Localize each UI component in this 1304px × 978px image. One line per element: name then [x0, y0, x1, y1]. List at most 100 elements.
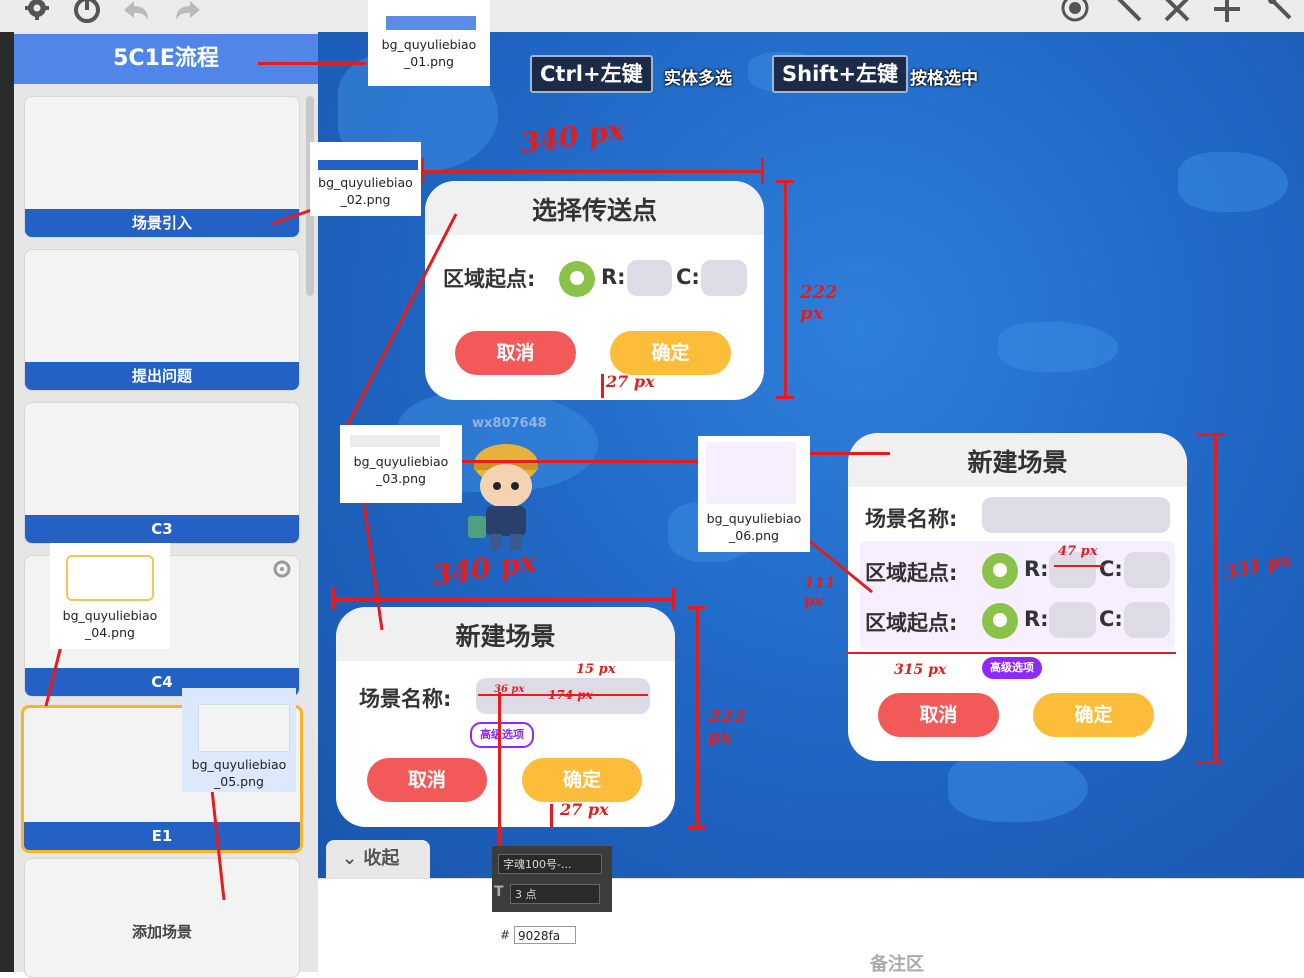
redo-icon[interactable]: [172, 0, 206, 26]
confirm-button[interactable]: 确定: [522, 758, 642, 802]
asset-thumb-04[interactable]: bg_quyuliebiao _04.png: [50, 543, 170, 649]
add-scene-button[interactable]: 添加场景: [24, 858, 300, 978]
advanced-options-toggle[interactable]: 高级选项: [982, 657, 1042, 679]
c-label: C:: [1099, 607, 1123, 631]
notes-label: 备注区: [870, 954, 924, 975]
width-annotation: 174 px: [548, 688, 593, 702]
annotation-line: [776, 180, 794, 183]
asset-thumb-05[interactable]: bg_quyuliebiao _05.png: [182, 688, 296, 792]
sidebar-title: 5C1E流程: [14, 34, 318, 84]
scene-card-1[interactable]: 场景引入: [24, 96, 300, 238]
shift-click-hint: 按格选中: [910, 69, 978, 89]
annotation-line: [761, 158, 764, 184]
color-input-row: # 9028fa: [492, 914, 578, 954]
location-pin-icon[interactable]: [982, 553, 1018, 589]
font-panel: 字魂100号-... T 3 点: [492, 846, 612, 912]
asset-filename: bg_quyuliebiao _03.png: [353, 454, 449, 486]
annotation-line: [672, 588, 675, 610]
asset-filename: bg_quyuliebiao _06.png: [706, 511, 802, 543]
asset-filename: bg_quyuliebiao _04.png: [62, 608, 158, 640]
dialog-title: 新建场景: [336, 607, 675, 661]
advanced-options-toggle[interactable]: 高级选项: [470, 722, 534, 748]
asset-filename: bg_quyuliebiao _02.png: [318, 175, 413, 207]
dialog-title: 选择传送点: [425, 181, 764, 235]
width-annotation: 315 px: [894, 662, 947, 678]
height-annotation: 111 px: [804, 574, 836, 610]
scene-card-2[interactable]: 提出问题: [24, 249, 300, 391]
power-icon[interactable]: [70, 0, 104, 26]
location-pin-icon[interactable]: [559, 261, 595, 297]
scene-name-input[interactable]: [982, 497, 1170, 533]
player-character-icon[interactable]: [464, 432, 548, 556]
font-size-select[interactable]: 3 点: [510, 884, 600, 904]
height-annotation: 15 px: [576, 662, 616, 677]
annotation-line: [452, 460, 698, 463]
collapse-button[interactable]: ⌄ 收起: [326, 840, 430, 878]
asset-thumb-02[interactable]: bg_quyuliebiao _02.png: [310, 142, 421, 216]
region-start-label-2: 区域起点:: [865, 611, 958, 635]
c-label: C:: [676, 265, 700, 289]
pin-icon[interactable]: [1262, 0, 1296, 26]
cancel-button[interactable]: 取消: [455, 331, 576, 375]
record-icon[interactable]: [1058, 0, 1092, 26]
scene-label: C3: [25, 515, 299, 543]
c-label: C:: [1099, 557, 1123, 581]
scene-name-label: 场景名称:: [359, 687, 452, 711]
add-scene-label: 添加场景: [131, 923, 192, 941]
asset-filename: bg_quyuliebiao _01.png: [381, 37, 477, 69]
asset-filename: bg_quyuliebiao _05.png: [191, 757, 287, 789]
teleport-dialog: 选择传送点 区域起点: R: C: 取消 确定: [425, 181, 764, 400]
annotation-line: [810, 452, 890, 455]
scene-label: E1: [24, 822, 300, 850]
undo-icon[interactable]: [118, 0, 152, 26]
cancel-button[interactable]: 取消: [367, 758, 487, 802]
annotation-line: [1196, 433, 1226, 436]
width-annotation: 47 px: [1058, 544, 1098, 559]
c-input[interactable]: [701, 260, 747, 296]
confirm-button[interactable]: 确定: [610, 331, 731, 375]
asset-thumb-06[interactable]: bg_quyuliebiao _06.png: [698, 436, 810, 552]
annotation-line: [776, 396, 794, 399]
r-label: R:: [601, 265, 626, 289]
scene-label: 提出问题: [25, 362, 299, 390]
confirm-button[interactable]: 确定: [1033, 693, 1154, 737]
annotation-line: [696, 606, 699, 828]
gear-icon[interactable]: [271, 558, 293, 580]
cancel-button[interactable]: 取消: [878, 693, 999, 737]
scene-card-3[interactable]: C3: [24, 402, 300, 544]
r-label: R:: [1024, 607, 1049, 631]
r-input[interactable]: [1049, 602, 1096, 638]
c-input[interactable]: [1124, 552, 1170, 588]
annotation-line: [688, 826, 706, 829]
left-edge: [0, 32, 14, 972]
ctrl-click-hint: 实体多选: [664, 69, 732, 89]
annotation-line: [332, 598, 674, 601]
height-annotation: 222 px: [800, 282, 838, 324]
new-scene-dialog-small: 新建场景 场景名称: 高级选项 取消 确定: [336, 607, 675, 827]
ctrl-click-key: Ctrl+左键: [530, 55, 653, 93]
hash-label: #: [500, 928, 511, 942]
player-watermark: wx807648: [472, 416, 547, 431]
gear-icon[interactable]: [20, 0, 54, 26]
collapse-label: 收起: [363, 848, 400, 869]
close-icon[interactable]: [1160, 0, 1194, 26]
region-start-label: 区域起点:: [443, 267, 536, 291]
dialog-title: 新建场景: [848, 433, 1187, 487]
r-input[interactable]: [627, 260, 672, 296]
color-hex-input[interactable]: 9028fa: [514, 926, 576, 944]
top-toolbar: [0, 0, 1304, 33]
magic-wand-icon[interactable]: [1112, 0, 1146, 26]
font-family-select[interactable]: 字魂100号-...: [498, 854, 602, 874]
plus-icon[interactable]: [1210, 0, 1244, 26]
c-input[interactable]: [1124, 602, 1170, 638]
annotation-line: [784, 180, 787, 398]
asset-thumb-03[interactable]: bg_quyuliebiao _03.png: [340, 425, 462, 503]
annotation-line: [421, 158, 424, 184]
scene-name-label: 场景名称:: [865, 507, 958, 531]
r-label: R:: [1024, 557, 1049, 581]
location-pin-icon[interactable]: [982, 603, 1018, 639]
asset-thumb-01[interactable]: bg_quyuliebiao _01.png: [368, 0, 490, 86]
annotation-line: [601, 374, 604, 398]
annotation-line: [498, 692, 501, 848]
notes-panel: [318, 878, 1304, 973]
